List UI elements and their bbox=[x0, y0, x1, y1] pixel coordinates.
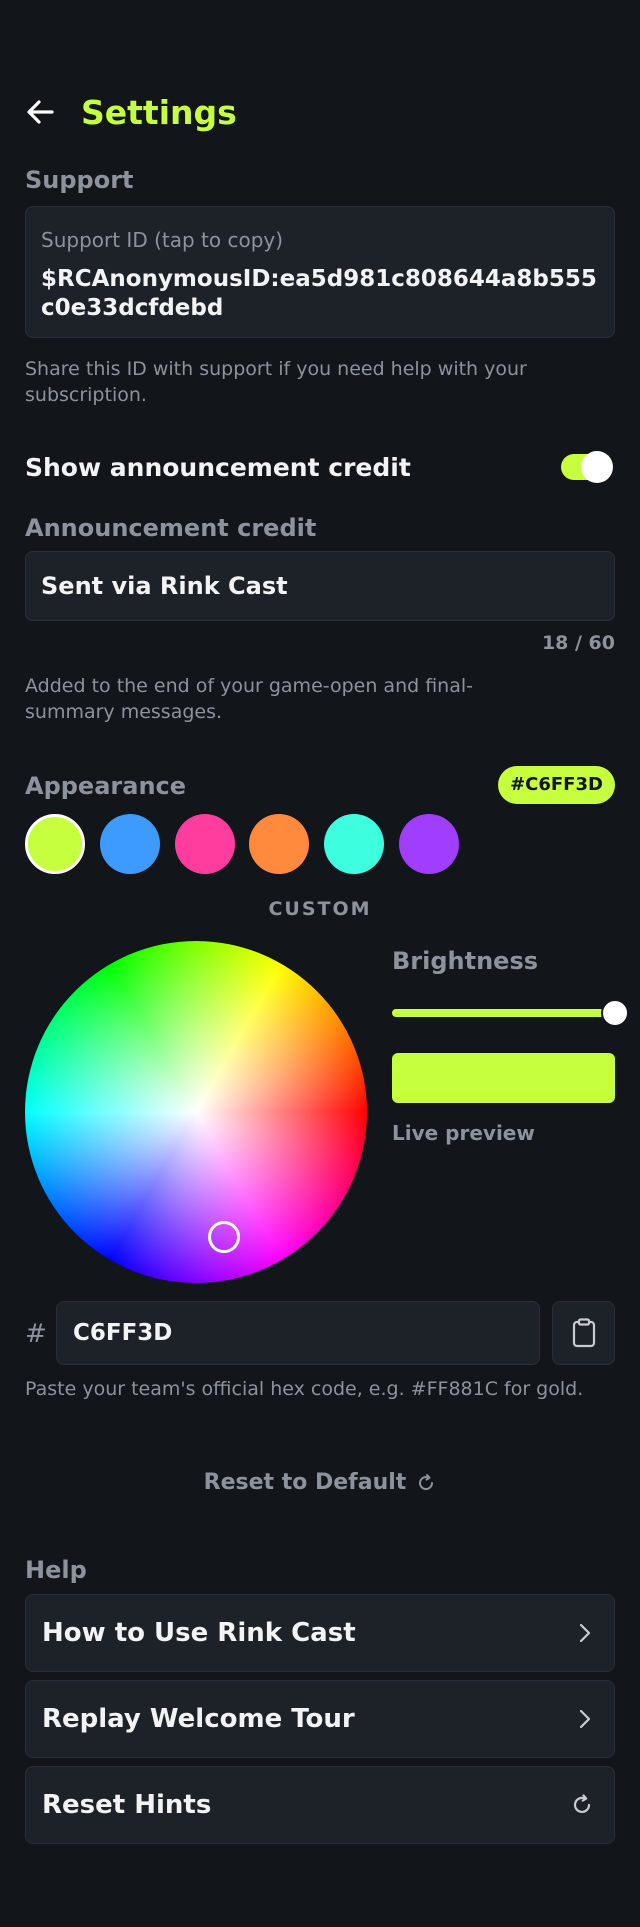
selected-hex-badge: #C6FF3D bbox=[498, 766, 615, 804]
support-id-card[interactable]: Support ID (tap to copy) $RCAnonymousID:… bbox=[25, 206, 615, 338]
swatch-pink[interactable] bbox=[175, 814, 235, 874]
refresh-icon bbox=[573, 1794, 591, 1814]
help-item-reset-hints[interactable]: Reset Hints bbox=[25, 1766, 615, 1844]
support-helper-text: Share this ID with support if you need h… bbox=[25, 358, 527, 406]
help-section-title: Help bbox=[25, 1556, 87, 1584]
clipboard-icon bbox=[572, 1318, 595, 1348]
back-arrow-icon bbox=[27, 100, 54, 124]
brightness-track bbox=[392, 1009, 615, 1017]
swatch-blue[interactable] bbox=[100, 814, 160, 874]
refresh-icon bbox=[419, 1473, 434, 1490]
swatch-purple[interactable] bbox=[399, 814, 459, 874]
help-item-replay-tour[interactable]: Replay Welcome Tour bbox=[25, 1680, 615, 1758]
reset-to-default-button[interactable]: Reset to Default bbox=[0, 1470, 640, 1495]
custom-label: CUSTOM bbox=[268, 898, 372, 920]
help-item-label: Replay Welcome Tour bbox=[42, 1704, 355, 1734]
brightness-label: Brightness bbox=[392, 947, 539, 975]
hex-helper-text: Paste your team's official hex code, e.g… bbox=[25, 1378, 584, 1400]
announcement-helper-text: Added to the end of your game-open and f… bbox=[25, 675, 473, 723]
brightness-thumb[interactable] bbox=[601, 999, 629, 1027]
chevron-right-icon bbox=[579, 1623, 591, 1643]
announcement-credit-value: Sent via Rink Cast bbox=[41, 572, 288, 600]
toggle-knob bbox=[581, 451, 613, 483]
support-id-value: $RCAnonymousID:ea5d981c808644a8b555c0e33… bbox=[41, 266, 597, 321]
swatch-cyan[interactable] bbox=[324, 814, 384, 874]
announcement-toggle[interactable] bbox=[561, 451, 613, 483]
swatch-orange[interactable] bbox=[249, 814, 309, 874]
help-item-how-to-use[interactable]: How to Use Rink Cast bbox=[25, 1594, 615, 1672]
hex-input-value: C6FF3D bbox=[73, 1320, 173, 1346]
support-section-title: Support bbox=[25, 166, 134, 194]
support-id-label: Support ID (tap to copy) bbox=[41, 228, 284, 252]
announcement-toggle-label: Show announcement credit bbox=[25, 453, 411, 482]
reset-to-default-label: Reset to Default bbox=[203, 1470, 407, 1495]
paste-button[interactable] bbox=[552, 1301, 615, 1365]
live-preview-label: Live preview bbox=[392, 1121, 535, 1145]
back-button[interactable] bbox=[22, 94, 62, 134]
page-title: Settings bbox=[81, 93, 237, 132]
color-wheel-selector[interactable] bbox=[208, 1221, 240, 1253]
announcement-credit-input[interactable]: Sent via Rink Cast bbox=[25, 551, 615, 621]
live-preview-swatch bbox=[392, 1053, 615, 1103]
announcement-credit-title: Announcement credit bbox=[25, 514, 317, 542]
character-counter: 18 / 60 bbox=[541, 632, 615, 654]
swatch-lime[interactable] bbox=[25, 814, 85, 874]
chevron-right-icon bbox=[579, 1709, 591, 1729]
hex-input[interactable]: C6FF3D bbox=[56, 1301, 540, 1365]
appearance-section-title: Appearance bbox=[25, 772, 187, 800]
help-item-label: How to Use Rink Cast bbox=[42, 1618, 356, 1648]
brightness-slider[interactable] bbox=[392, 999, 629, 1027]
hex-prefix: # bbox=[25, 1319, 47, 1349]
help-item-label: Reset Hints bbox=[42, 1790, 212, 1820]
color-wheel[interactable] bbox=[25, 941, 367, 1283]
